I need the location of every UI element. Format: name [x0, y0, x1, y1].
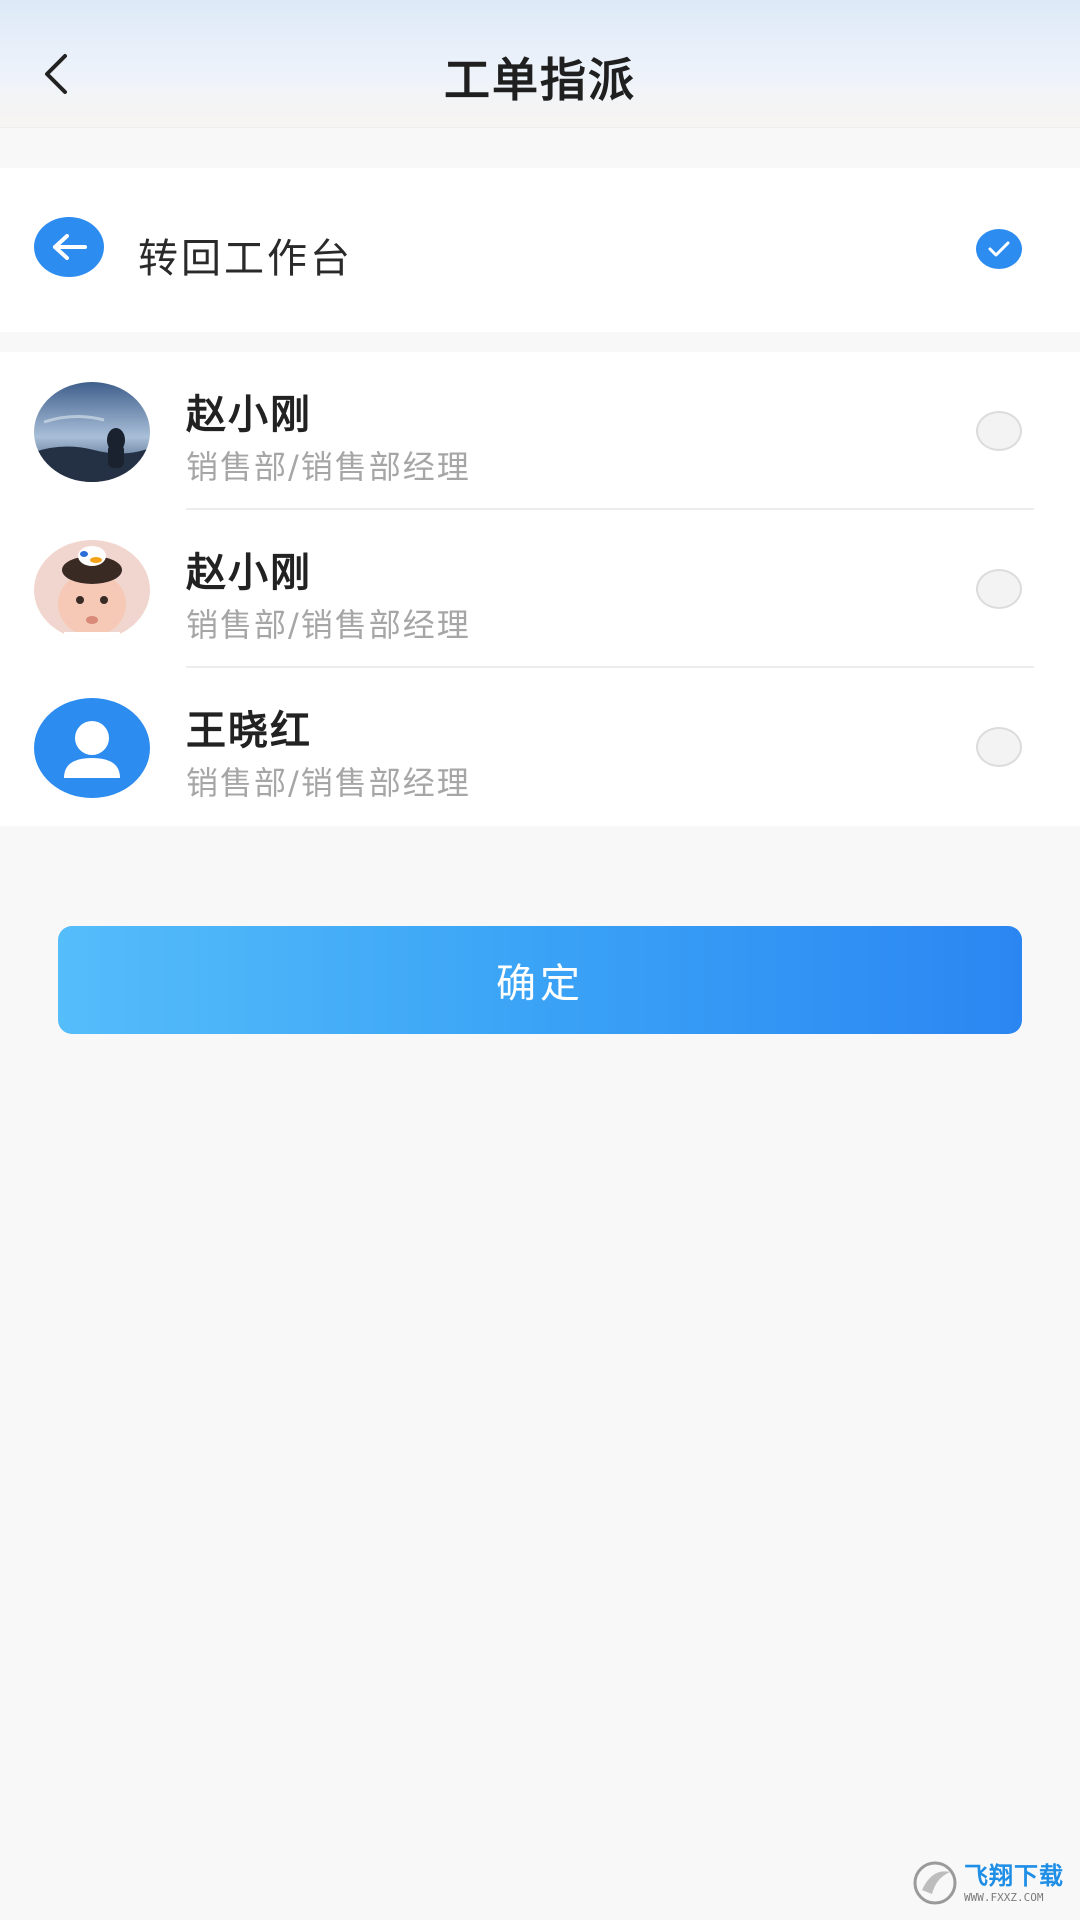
- user-icon: [64, 721, 120, 778]
- staff-checkbox[interactable]: [976, 569, 1022, 609]
- page-title: 工单指派: [444, 53, 636, 107]
- confirm-button[interactable]: 确定: [58, 926, 1022, 1034]
- watermark-url: WWW.FXXZ.COM: [964, 1890, 1044, 1904]
- staff-department: 销售部/销售部经理: [186, 764, 471, 802]
- staff-name: 赵小刚: [186, 550, 312, 596]
- staff-row[interactable]: 赵小刚 销售部/销售部经理: [0, 510, 1080, 668]
- fxxz-logo-icon: [913, 1861, 957, 1905]
- watermark-text: 飞翔下载: [964, 1861, 1064, 1890]
- staff-row[interactable]: 赵小刚 销售部/销售部经理: [0, 352, 1080, 510]
- staff-name: 赵小刚: [186, 392, 312, 438]
- return-to-workbench-row[interactable]: 转回工作台: [0, 168, 1080, 332]
- arrow-left-icon: [34, 217, 104, 277]
- staff-department: 销售部/销售部经理: [186, 448, 471, 486]
- return-to-workbench-label: 转回工作台: [138, 236, 353, 282]
- avatar: [34, 382, 150, 482]
- staff-checkbox[interactable]: [976, 727, 1022, 767]
- staff-name: 王晓红: [186, 708, 312, 754]
- avatar: [34, 698, 150, 798]
- staff-row[interactable]: 王晓红 销售部/销售部经理: [0, 668, 1080, 826]
- staff-checkbox[interactable]: [976, 411, 1022, 451]
- watermark: 飞翔下载 WWW.FXXZ.COM: [912, 1856, 1068, 1910]
- staff-department: 销售部/销售部经理: [186, 606, 471, 644]
- workbench-checkbox-checked[interactable]: [976, 229, 1022, 269]
- checkmark-icon: [988, 241, 1010, 257]
- avatar: [34, 540, 150, 640]
- baby-photo-avatar: [34, 540, 150, 640]
- landscape-photo-avatar: [34, 382, 150, 482]
- staff-list: 赵小刚 销售部/销售部经理 赵小刚 销售部/销售部经理 王晓红 销售部/销售部经…: [0, 352, 1080, 826]
- header-bar: 工单指派: [0, 0, 1080, 128]
